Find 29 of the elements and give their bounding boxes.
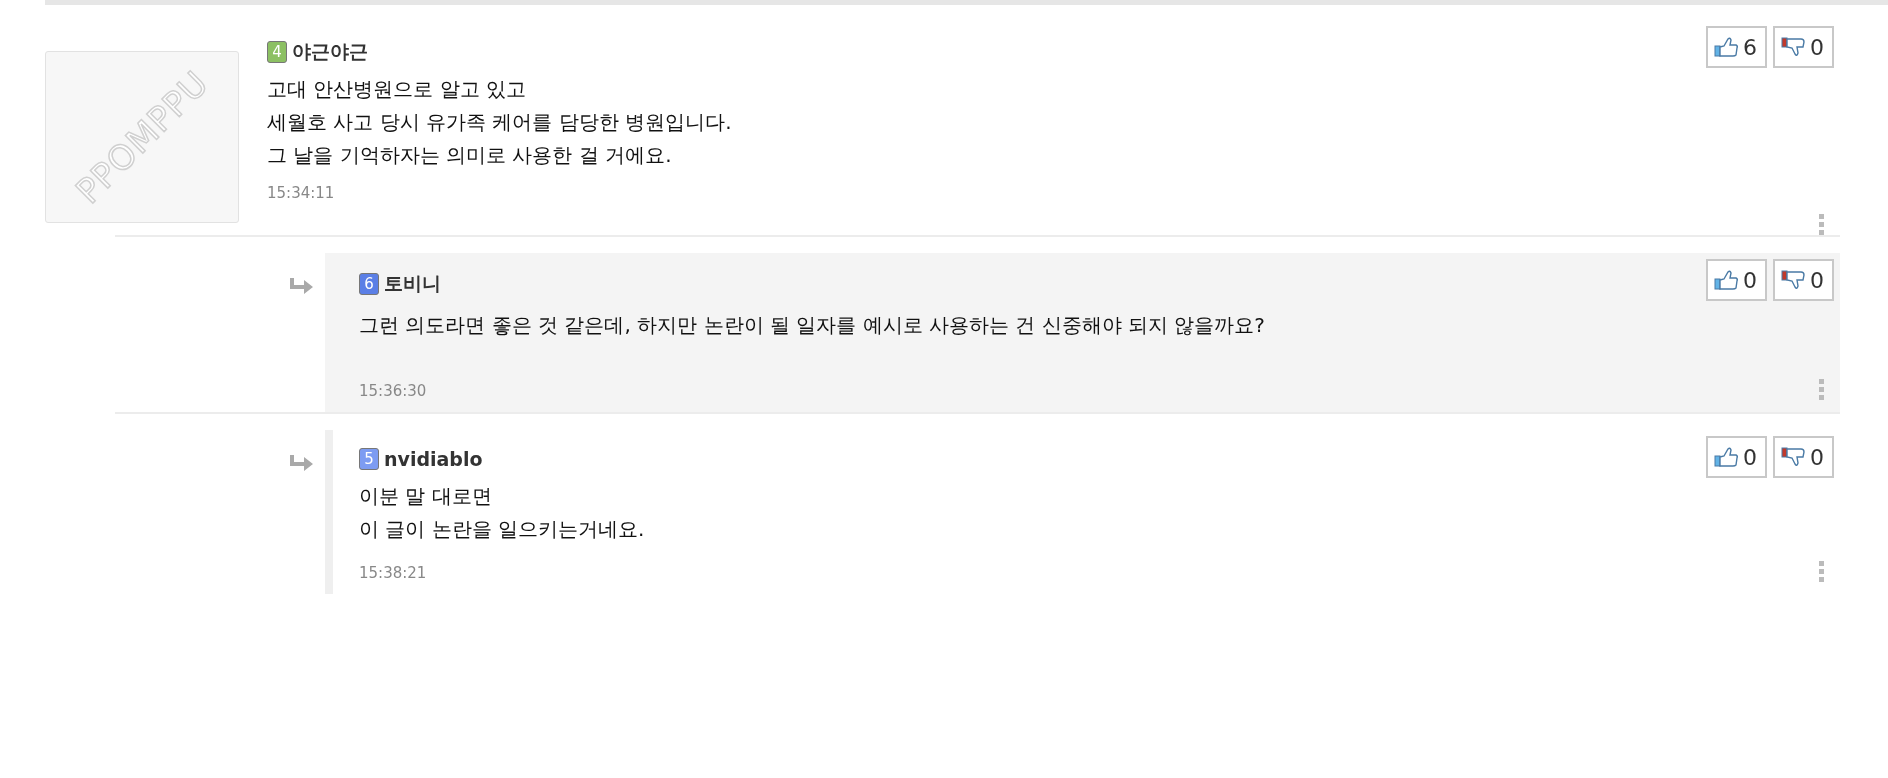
author-name[interactable]: 토비니 (384, 271, 441, 297)
author-name[interactable]: nvidiablo (384, 448, 483, 470)
comment-text: 고대 안산병원으로 알고 있고 세월호 사고 당시 유가족 케어를 담당한 병원입니다. 그 날을 기억하자는 의미로 사용한 걸 거에요. (267, 76, 733, 169)
thumbs-down-icon (1781, 446, 1807, 468)
thumbs-up-icon (1714, 446, 1740, 468)
comment-time: 15:38:21 (359, 564, 428, 582)
comment-text: 그런 의도라면 좋은 것 같은데, 하지만 논란이 될 일자를 예시로 사용하는 건 신중해야 되지 않을까요? (359, 312, 1266, 339)
dislike-button[interactable]: 0 (1773, 26, 1834, 68)
comment-time: 15:34:11 (267, 184, 336, 202)
like-button[interactable]: 6 (1706, 26, 1767, 68)
dislike-button[interactable]: 0 (1773, 259, 1834, 301)
like-button[interactable]: 0 (1706, 436, 1767, 478)
reply-arrow-icon (287, 277, 315, 297)
level-badge: 6 (359, 273, 379, 295)
dislike-button[interactable]: 0 (1773, 436, 1834, 478)
reply-arrow-icon (287, 454, 315, 474)
thumbs-down-icon (1781, 36, 1807, 58)
comment-text: 이분 말 대로면 이 글이 논란을 일으키는거네요. (359, 483, 646, 543)
like-button[interactable]: 0 (1706, 259, 1767, 301)
thumbs-down-icon (1781, 269, 1807, 291)
more-options-icon[interactable] (1819, 561, 1824, 582)
more-options-icon[interactable] (1819, 214, 1824, 235)
author-name[interactable]: 야근야근 (292, 39, 368, 65)
comment-time: 15:36:30 (359, 382, 428, 400)
level-badge: 5 (359, 448, 379, 470)
thumbs-up-icon (1714, 269, 1740, 291)
more-options-icon[interactable] (1819, 379, 1824, 400)
level-badge: 4 (267, 41, 287, 63)
thumbs-up-icon (1714, 36, 1740, 58)
